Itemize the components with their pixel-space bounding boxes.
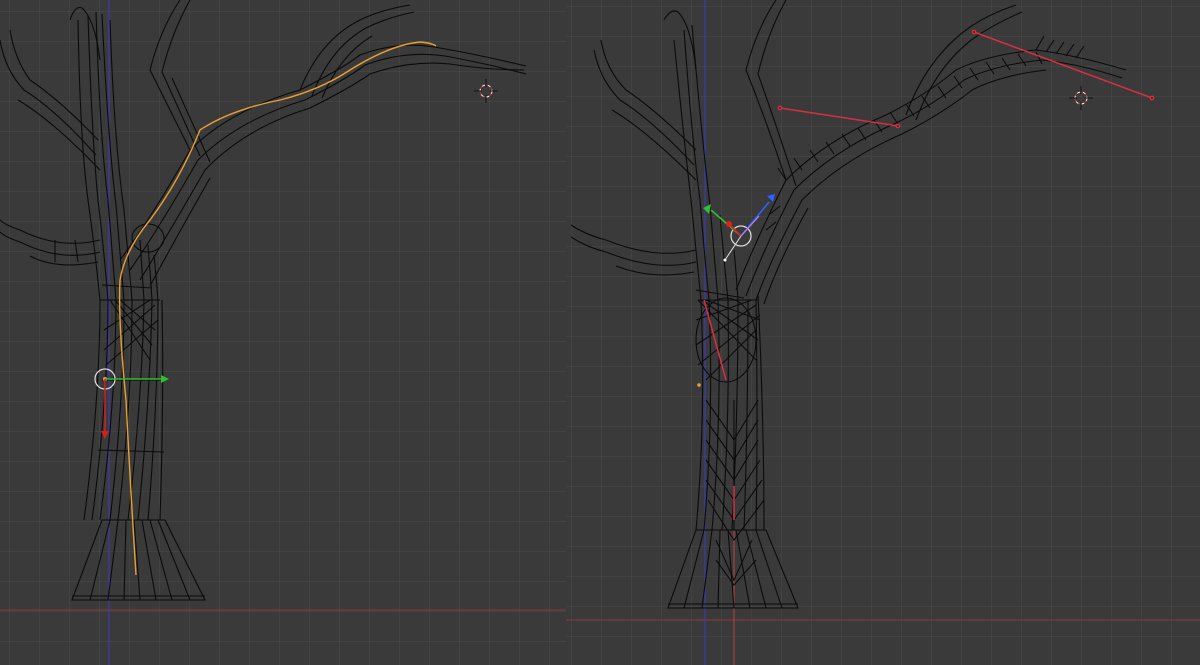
3d-cursor-icon — [474, 79, 498, 103]
viewport-left-canvas — [0, 0, 566, 665]
viewport-right[interactable] — [566, 0, 1200, 665]
blender-split-view — [0, 0, 1200, 665]
selected-curve[interactable] — [118, 41, 437, 576]
transform-gizmo-icon[interactable] — [94, 368, 169, 439]
3d-cursor-icon — [1069, 86, 1093, 110]
tree-wireframe-edit[interactable] — [570, 0, 1127, 609]
viewport-left[interactable] — [0, 0, 566, 665]
selected-edges[interactable] — [703, 29, 1155, 520]
tree-wireframe[interactable] — [0, 0, 527, 601]
object-origin-icon — [697, 383, 701, 387]
viewport-right-canvas — [566, 0, 1200, 665]
